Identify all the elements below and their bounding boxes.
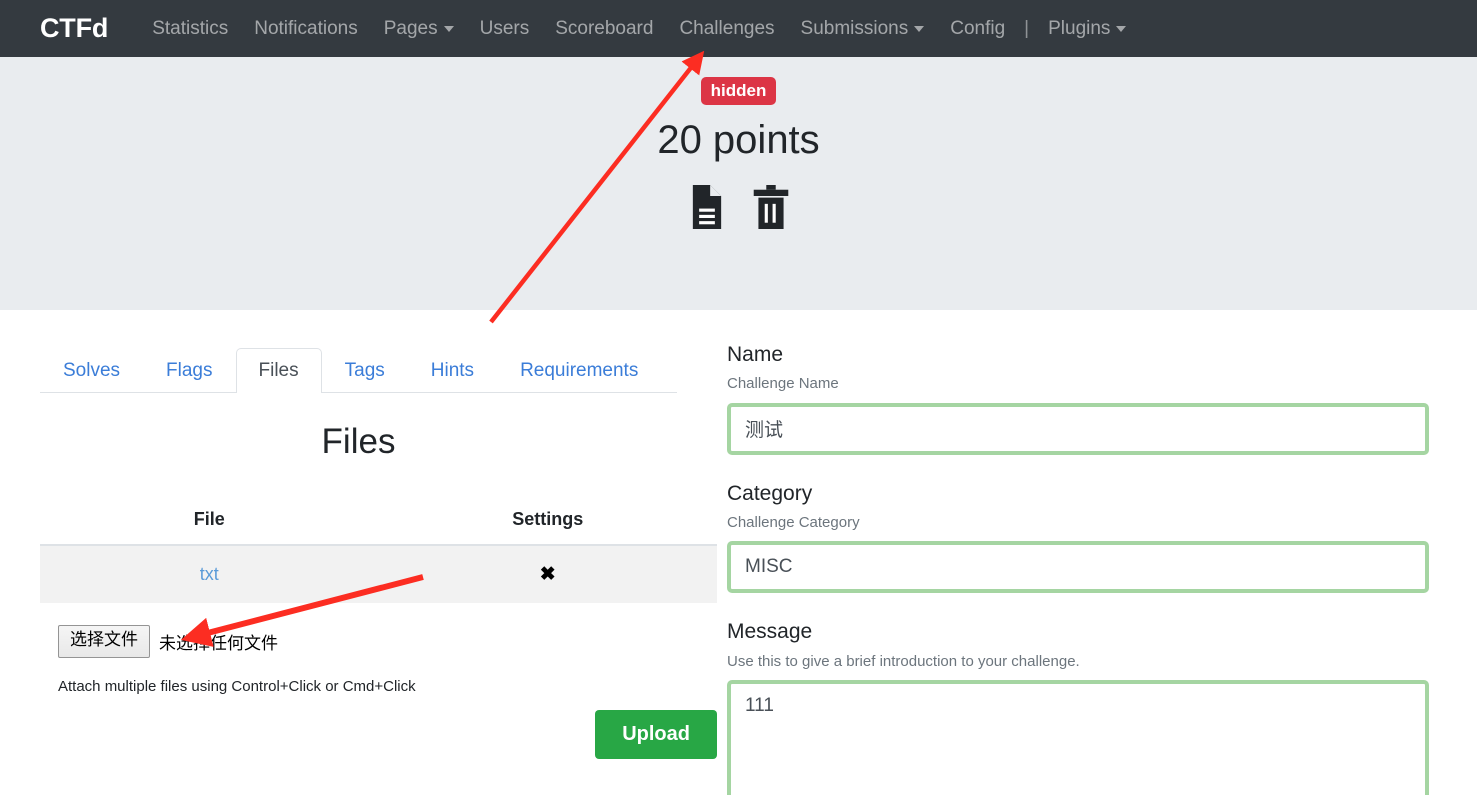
tab-requirements[interactable]: Requirements (497, 348, 661, 393)
category-help-text: Challenge Category (727, 513, 860, 531)
nav-label: Users (479, 18, 530, 39)
table-row: txt ✖ (40, 545, 717, 603)
field-group-name: Name Challenge Name (727, 342, 1429, 455)
name-help-text: Challenge Name (727, 375, 839, 393)
challenge-header: hidden 20 points (0, 57, 1477, 310)
tab-hints[interactable]: Hints (408, 348, 497, 393)
main-content: Solves Flags Files Tags Hints Requiremen… (0, 310, 1477, 795)
file-selection-status: 未选择任何文件 (159, 633, 278, 654)
field-group-message: Message Use this to give a brief introdu… (727, 619, 1429, 795)
name-label: Name (727, 343, 784, 366)
hidden-status-badge: hidden (0, 57, 1477, 105)
cell-file: txt (40, 545, 379, 603)
nav-label: Scoreboard (555, 18, 654, 39)
challenge-points: 20 points (657, 118, 820, 162)
table-header-row: File Settings (40, 501, 717, 546)
navbar-items: Statistics Notifications Pages Users Sco… (139, 18, 1139, 40)
nav-item-config[interactable]: Config (937, 19, 1018, 38)
challenge-category-input[interactable] (727, 541, 1429, 594)
files-table-head: File Settings (40, 501, 717, 546)
nav-label: Submissions (800, 18, 909, 39)
choose-file-button[interactable]: 选择文件 (58, 625, 150, 658)
nav-item-statistics[interactable]: Statistics (139, 19, 241, 38)
chevron-down-icon (443, 25, 454, 32)
delete-file-icon[interactable]: ✖ (540, 564, 556, 585)
tab-flags[interactable]: Flags (143, 348, 235, 393)
column-header-settings: Settings (378, 501, 717, 546)
nav-item-notifications[interactable]: Notifications (241, 19, 371, 38)
trash-icon[interactable] (752, 185, 790, 234)
file-icon[interactable] (688, 185, 726, 234)
file-input-control[interactable]: 选择文件 未选择任何文件 (58, 625, 717, 658)
nav-item-submissions[interactable]: Submissions (788, 19, 938, 38)
field-group-category: Category Challenge Category (727, 481, 1429, 594)
nav-item-challenges[interactable]: Challenges (666, 19, 787, 38)
file-upload-zone: 选择文件 未选择任何文件 Attach multiple files using… (40, 625, 717, 695)
tab-tags[interactable]: Tags (322, 348, 408, 393)
nav-label: Challenges (679, 18, 775, 39)
files-table-body: txt ✖ (40, 545, 717, 603)
tab-solves[interactable]: Solves (40, 348, 143, 393)
brand-logo[interactable]: CTFd (40, 15, 108, 42)
challenge-name-input[interactable] (727, 402, 1429, 455)
nav-label: Plugins (1048, 18, 1111, 39)
file-link[interactable]: txt (200, 564, 219, 584)
cell-settings: ✖ (378, 545, 717, 603)
message-label: Message (727, 620, 813, 644)
nav-item-users[interactable]: Users (467, 19, 543, 38)
category-label: Category (727, 481, 813, 505)
nav-item-pages[interactable]: Pages (371, 19, 467, 38)
files-panel-title: Files (321, 422, 396, 461)
nav-label: Pages (383, 18, 438, 39)
nav-item-plugins[interactable]: Plugins (1035, 19, 1139, 38)
column-header-file: File (40, 501, 379, 546)
nav-label: Notifications (254, 18, 358, 39)
left-column: Solves Flags Files Tags Hints Requiremen… (0, 310, 717, 795)
navbar-divider: | (1024, 17, 1030, 39)
status-badge-label: hidden (700, 77, 777, 105)
challenge-settings-form: Name Challenge Name Category Challenge C… (717, 310, 1477, 795)
nav-item-scoreboard[interactable]: Scoreboard (542, 19, 666, 38)
chevron-down-icon (914, 25, 925, 32)
nav-label: Config (950, 18, 1006, 39)
upload-button[interactable]: Upload (595, 709, 717, 759)
chevron-down-icon (1116, 25, 1127, 32)
top-navbar: CTFd Statistics Notifications Pages User… (0, 0, 1477, 57)
tab-files[interactable]: Files (235, 348, 322, 393)
upload-action-row: Upload (40, 709, 717, 759)
challenge-message-textarea[interactable] (727, 680, 1429, 795)
challenge-header-actions (0, 185, 1477, 234)
message-help-text: Use this to give a brief introduction to… (727, 652, 1080, 670)
file-upload-hint: Attach multiple files using Control+Clic… (58, 677, 416, 695)
challenge-tabs: Solves Flags Files Tags Hints Requiremen… (40, 340, 677, 393)
files-table: File Settings txt ✖ (40, 501, 717, 603)
nav-label: Statistics (152, 18, 229, 39)
